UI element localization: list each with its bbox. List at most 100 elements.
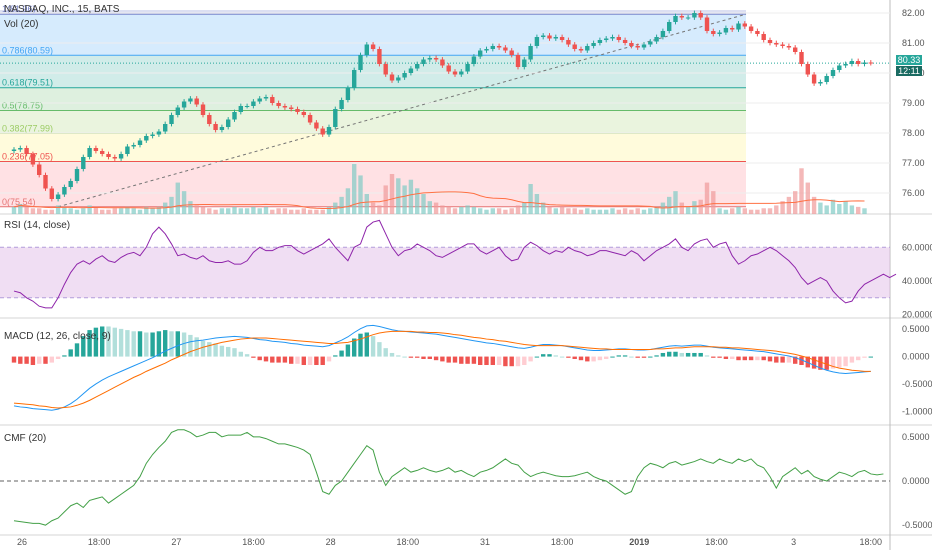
volume-bar — [150, 208, 155, 214]
candle-body — [648, 41, 653, 45]
volume-bar — [427, 201, 432, 214]
volume-bar — [528, 184, 533, 214]
cmf-tick-2: -0.5000 — [902, 520, 932, 530]
volume-bar — [490, 208, 495, 214]
candle-body — [144, 136, 149, 141]
candle-body — [30, 154, 36, 165]
candle-body — [635, 46, 640, 48]
volume-bar — [604, 209, 609, 214]
candle-body — [55, 194, 61, 199]
volume-bar — [377, 205, 382, 214]
volume-bar — [673, 191, 678, 214]
macd-histogram-bar — [396, 355, 401, 357]
volume-bar — [118, 208, 124, 214]
macd-histogram-bar — [490, 356, 495, 366]
candle-body — [711, 31, 716, 34]
volume-bar — [232, 206, 237, 214]
rsi-tick-1: 40.0000 — [902, 276, 932, 286]
candle-body — [440, 59, 445, 66]
candle-body — [213, 124, 218, 130]
volume-bar — [238, 208, 243, 214]
candle-body — [43, 175, 48, 189]
macd-histogram-bar — [226, 346, 231, 357]
volume-bar — [862, 208, 867, 214]
volume-bar — [648, 208, 653, 214]
fib-label-2: 0.382(77.99) — [2, 123, 53, 133]
volume-bar — [786, 196, 792, 214]
volume-bar — [736, 206, 741, 214]
volume-bar — [55, 205, 61, 214]
time-tick-5: 18:00 — [397, 537, 420, 547]
macd-histogram-bar — [849, 356, 855, 363]
volume-bar — [87, 205, 92, 214]
macd-histogram-bar — [484, 356, 489, 366]
macd-histogram-bar — [528, 356, 533, 362]
volume-bar — [446, 206, 451, 214]
rsi-band — [0, 247, 890, 298]
time-tick-2: 27 — [171, 537, 181, 547]
volume-bar — [610, 208, 615, 214]
macd-histogram-bar — [24, 356, 29, 364]
volume-bar — [49, 209, 54, 214]
macd-histogram-bar — [213, 343, 218, 357]
candle-body — [377, 49, 382, 64]
volume-bar — [389, 174, 395, 214]
candle-body — [333, 109, 338, 127]
macd-histogram-bar — [37, 356, 42, 364]
macd-histogram-bar — [219, 345, 225, 357]
macd-histogram-bar — [761, 356, 766, 361]
macd-histogram-bar — [232, 348, 237, 357]
volume-bar — [326, 206, 332, 214]
macd-histogram-bar — [786, 356, 792, 363]
candle-body — [793, 47, 798, 52]
price-tick-5: 77.00 — [902, 158, 925, 168]
macd-histogram-bar — [629, 356, 634, 358]
candle-body — [68, 181, 73, 187]
macd-histogram-bar — [641, 356, 647, 358]
candle-body — [780, 44, 785, 46]
macd-histogram-bar — [314, 356, 319, 366]
candle-body — [314, 122, 319, 129]
volume-bar — [717, 208, 722, 214]
candle-body — [18, 148, 23, 150]
candle-body — [496, 46, 502, 48]
chart-svg[interactable]: 0(75.54)0.236(77.05)0.382(77.99)0.5(78.7… — [0, 0, 932, 550]
candle-body — [755, 31, 760, 34]
volume-bar — [698, 199, 703, 214]
candle-body — [93, 148, 99, 151]
macd-histogram-bar — [188, 334, 193, 357]
candle-body — [402, 73, 407, 78]
volume-bar — [194, 205, 199, 214]
time-tick-1: 18:00 — [88, 537, 111, 547]
macd-histogram-bar — [377, 342, 382, 357]
volume-bar — [282, 208, 288, 214]
volume-bar — [465, 205, 470, 214]
volume-bar — [748, 209, 754, 214]
volume-bar — [856, 206, 861, 214]
macd-tick-2: -0.5000 — [902, 379, 932, 389]
time-tick-10: 3 — [791, 537, 796, 547]
volume-bar — [459, 206, 464, 214]
volume-bar — [207, 208, 212, 214]
candle-body — [515, 55, 521, 67]
volume-bar — [503, 209, 508, 214]
volume-bar — [11, 206, 17, 214]
candle-body — [452, 71, 458, 75]
volume-bar — [774, 205, 779, 214]
macd-histogram-bar — [692, 352, 697, 357]
candle-body — [503, 47, 508, 51]
macd-histogram-bar — [137, 331, 143, 357]
macd-histogram-bar — [811, 356, 817, 369]
macd-histogram-bar — [238, 351, 243, 357]
candle-body — [717, 32, 722, 34]
candle-body — [522, 59, 527, 67]
macd-histogram-bar — [597, 356, 603, 361]
candle-body — [490, 46, 495, 49]
countdown-tag: 12:11 — [896, 66, 922, 76]
time-tick-11: 18:00 — [860, 537, 883, 547]
volume-bar — [402, 185, 407, 214]
volume-bar — [622, 208, 628, 214]
macd-histogram-bar — [263, 356, 269, 362]
volume-bar — [106, 209, 111, 214]
volume-bar — [616, 209, 621, 214]
